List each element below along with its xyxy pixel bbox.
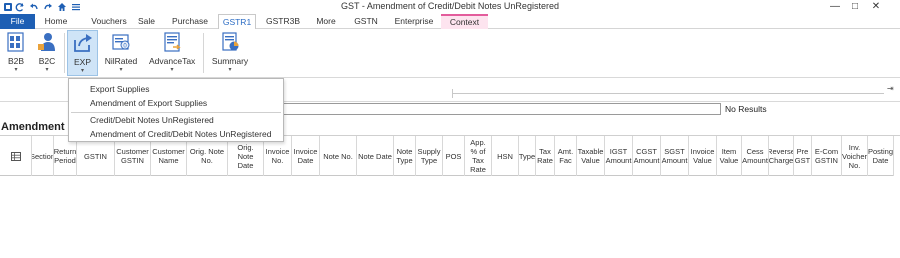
- title-bar: GST - Amendment of Credit/Debit Notes Un…: [0, 0, 900, 14]
- advancetax-button[interactable]: AdvanceTax ▾: [149, 31, 195, 73]
- b2c-button[interactable]: B2C ▾: [35, 31, 59, 73]
- column-header-section[interactable]: Section: [32, 136, 54, 176]
- pin-icon[interactable]: ⇥: [887, 84, 894, 93]
- b2b-button[interactable]: B2B ▾: [4, 31, 28, 73]
- column-header-hsn[interactable]: HSN: [492, 136, 519, 176]
- column-header-customer-gstin[interactable]: Customer GSTIN: [115, 136, 151, 176]
- chevron-down-icon: ▾: [45, 67, 49, 73]
- column-header-tax-rate[interactable]: Tax Rate: [536, 136, 555, 176]
- tab-purchase[interactable]: Purchase: [166, 14, 214, 29]
- advancetax-label: AdvanceTax: [149, 56, 196, 66]
- advancetax-icon: [164, 32, 181, 52]
- summary-label: Summary: [211, 56, 249, 66]
- tab-gstn[interactable]: GSTN: [351, 14, 381, 29]
- column-header-type[interactable]: Type: [519, 136, 536, 176]
- close-button[interactable]: ✕: [866, 0, 886, 14]
- exp-button[interactable]: EXP ▾: [67, 30, 98, 76]
- column-header-orig-note-no[interactable]: Orig. Note No.: [187, 136, 228, 176]
- ribbon: B2B ▾ B2C ▾ EXP ▾ 0 NilRated ▾ AdvanceTa…: [0, 29, 900, 78]
- b2b-icon: [7, 32, 24, 52]
- column-header-igst-amount[interactable]: IGST Amount: [605, 136, 633, 176]
- tab-home[interactable]: Home: [38, 14, 74, 29]
- ribbon-separator: [203, 33, 204, 73]
- tab-sale[interactable]: Sale: [134, 14, 159, 29]
- column-header-inv-voicher-no[interactable]: Inv. Voicher No.: [842, 136, 868, 176]
- exp-label: EXP: [73, 57, 91, 67]
- export-icon: [73, 34, 92, 52]
- menu-item-amendment-export-supplies[interactable]: Amendment of Export Supplies: [69, 96, 283, 110]
- chevron-down-icon: ▾: [228, 67, 232, 73]
- tab-vouchers[interactable]: Vouchers: [80, 14, 138, 29]
- column-header-posting-date[interactable]: Posting Date: [868, 136, 894, 176]
- chevron-down-icon: ▾: [170, 67, 174, 73]
- ribbon-tabs: File Home Vouchers Sale Purchase GSTR1 G…: [0, 14, 900, 30]
- grid-icon: [10, 151, 21, 161]
- column-header-invoice-date[interactable]: Invoice Date: [292, 136, 320, 176]
- b2c-icon: [38, 33, 55, 51]
- nilrated-button[interactable]: 0 NilRated ▾: [104, 31, 138, 73]
- column-header-ecom-gstin[interactable]: E-Com GSTIN: [812, 136, 842, 176]
- column-header-sgst-amount[interactable]: SGST Amount: [661, 136, 689, 176]
- column-header-note-no[interactable]: Note No.: [320, 136, 357, 176]
- tab-enterprise[interactable]: Enterprise: [390, 14, 438, 29]
- column-header-pre-gst[interactable]: Pre GST: [794, 136, 812, 176]
- search-results-count: No Results: [725, 104, 767, 114]
- menu-item-amendment-credit-debit-notes-unregistered[interactable]: Amendment of Credit/Debit Notes UnRegist…: [69, 127, 283, 141]
- column-header-amt-fac[interactable]: Amt. Fac: [555, 136, 577, 176]
- column-header-app-percent-tax-rate[interactable]: App. % of Tax Rate: [465, 136, 492, 176]
- menu-item-export-supplies[interactable]: Export Supplies: [69, 82, 283, 96]
- column-header-invoice-value[interactable]: Invoice Value: [689, 136, 717, 176]
- restore-button[interactable]: □: [845, 0, 865, 14]
- column-header-note-date[interactable]: Note Date: [357, 136, 394, 176]
- search-input[interactable]: [270, 103, 721, 115]
- tab-more[interactable]: More: [311, 14, 341, 29]
- column-header-pos[interactable]: POS: [443, 136, 465, 176]
- column-header-gstin[interactable]: GSTIN: [77, 136, 115, 176]
- column-header-cgst-amount[interactable]: CGST Amount: [633, 136, 661, 176]
- column-header-cess-amount[interactable]: Cess Amount: [742, 136, 769, 176]
- chevron-down-icon: ▾: [14, 67, 18, 73]
- chevron-down-icon: ▾: [80, 68, 84, 74]
- column-header-orig-note-date[interactable]: Orig. Note Date: [228, 136, 264, 176]
- tab-file[interactable]: File: [0, 14, 35, 29]
- tab-gstr1[interactable]: GSTR1: [218, 14, 256, 30]
- summary-icon: [222, 32, 239, 51]
- tab-gstr3b[interactable]: GSTR3B: [263, 14, 303, 29]
- summary-button[interactable]: Summary ▾: [211, 31, 249, 73]
- column-header-invoice-no[interactable]: Invoice No.: [264, 136, 292, 176]
- b2b-label: B2B: [7, 56, 25, 66]
- menu-item-credit-debit-notes-unregistered[interactable]: Credit/Debit Notes UnRegistered: [69, 113, 283, 127]
- b2c-label: B2C: [38, 56, 56, 66]
- window-title: GST - Amendment of Credit/Debit Notes Un…: [341, 1, 559, 11]
- exp-dropdown-menu: Export Supplies Amendment of Export Supp…: [68, 78, 284, 142]
- chevron-down-icon: ▾: [119, 67, 123, 73]
- divider: [452, 93, 884, 94]
- column-header-customer-name[interactable]: Customer Name: [151, 136, 187, 176]
- minimize-button[interactable]: —: [825, 0, 845, 14]
- ribbon-separator: [64, 33, 65, 73]
- column-header-item-value[interactable]: Item Value: [717, 136, 742, 176]
- tab-context[interactable]: Context: [441, 14, 488, 29]
- column-chooser[interactable]: [0, 136, 32, 176]
- column-header-supply-type[interactable]: Supply Type: [416, 136, 443, 176]
- nilrated-icon: 0: [112, 34, 130, 50]
- table-header: Section Return Period GSTIN Customer GST…: [0, 136, 894, 176]
- column-header-taxable-value[interactable]: Taxable Value: [577, 136, 605, 176]
- column-header-reverse-charge[interactable]: Reverse Charge: [769, 136, 794, 176]
- column-header-note-type[interactable]: Note Type: [394, 136, 416, 176]
- column-header-return-period[interactable]: Return Period: [54, 136, 77, 176]
- nilrated-label: NilRated: [104, 56, 138, 66]
